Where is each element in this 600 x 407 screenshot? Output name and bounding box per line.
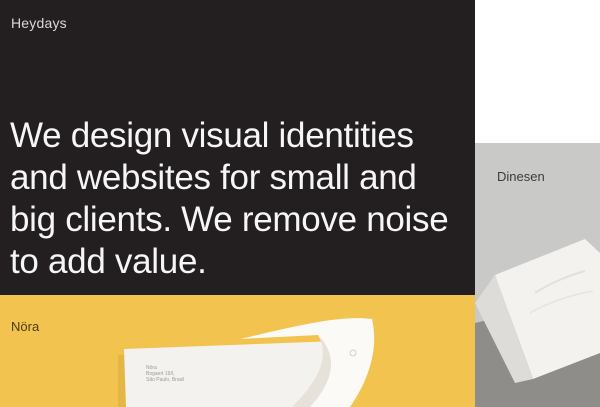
address-line: São Paulo, Brasil: [146, 377, 185, 383]
hero-headline: We design visual identities and websites…: [10, 116, 449, 281]
nora-stationery-image: [118, 318, 375, 407]
project-tile-nora[interactable]: Nöra Bogaert 19/I, São Paulo, Brasil Nör…: [0, 295, 475, 407]
brand-logo-link[interactable]: Heydays: [11, 15, 67, 31]
project-title-nora: Nöra: [11, 319, 40, 334]
page: Heydays We design visual identities and …: [0, 0, 600, 407]
hero-panel: Heydays We design visual identities and …: [0, 0, 475, 295]
nora-address-block: Nöra Bogaert 19/I, São Paulo, Brasil: [146, 365, 184, 383]
project-tile-dinesen[interactable]: Dinesen: [475, 143, 600, 407]
project-title-dinesen: Dinesen: [497, 169, 545, 184]
